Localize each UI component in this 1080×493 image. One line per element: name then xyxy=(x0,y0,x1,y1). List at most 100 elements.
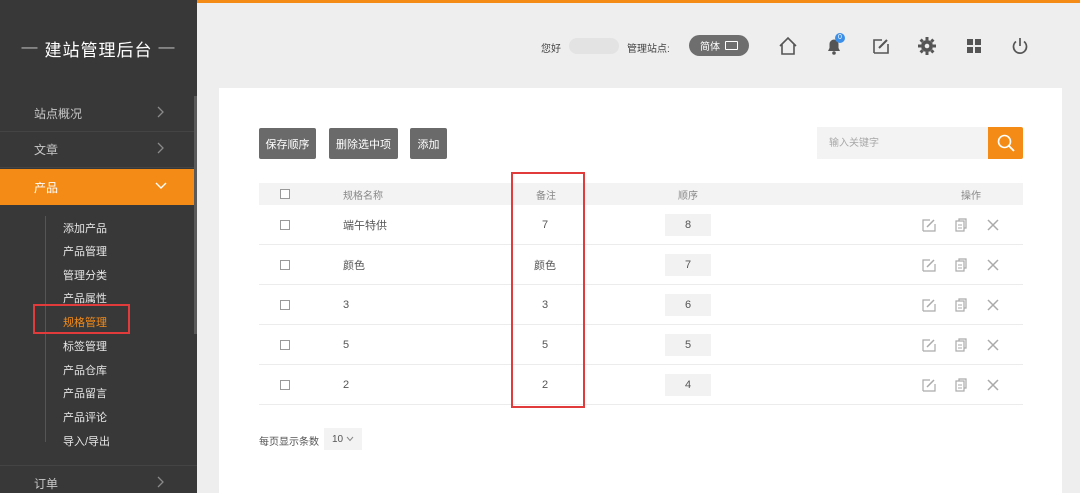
sidebar-item-product[interactable]: 产品 xyxy=(0,169,197,205)
chevron-right-icon xyxy=(155,142,167,154)
order-input[interactable]: 8 xyxy=(665,213,711,236)
sidebar-item-label: 产品 xyxy=(34,180,59,195)
chevron-down-icon xyxy=(155,179,167,191)
copy-icon[interactable] xyxy=(953,377,969,393)
site-label: 管理站点: xyxy=(627,44,670,55)
delete-icon[interactable] xyxy=(985,297,1001,313)
subnav-product-warehouse[interactable]: 产品仓库 xyxy=(63,364,107,378)
notification-badge: 0 xyxy=(835,33,845,43)
header-accent-bar xyxy=(197,0,1080,3)
order-input[interactable]: 7 xyxy=(665,253,711,276)
select-all-checkbox-cell[interactable] xyxy=(280,183,290,205)
edit-icon[interactable] xyxy=(921,217,937,233)
delete-icon[interactable] xyxy=(985,337,1001,353)
subnav-tag-management[interactable]: 标签管理 xyxy=(63,340,107,354)
row-checkbox[interactable] xyxy=(280,259,290,270)
header-name: 规格名称 xyxy=(343,190,383,202)
order-input[interactable]: 6 xyxy=(665,293,711,316)
grid-icon[interactable] xyxy=(963,35,985,57)
power-icon[interactable] xyxy=(1009,35,1031,57)
subnav-product-management[interactable]: 产品管理 xyxy=(63,245,107,259)
chevron-down-icon xyxy=(346,436,354,442)
cell-name: 2 xyxy=(343,378,350,391)
search-button[interactable] xyxy=(988,127,1023,159)
cell-name: 端午特供 xyxy=(343,219,387,232)
blurred-username xyxy=(569,38,619,54)
copy-icon[interactable] xyxy=(953,337,969,353)
copy-icon[interactable] xyxy=(953,297,969,313)
delete-icon[interactable] xyxy=(985,217,1001,233)
table-row: 555 xyxy=(259,325,1023,365)
subnav-add-product[interactable]: 添加产品 xyxy=(63,222,107,236)
spec-management-highlight xyxy=(33,304,130,334)
main-panel: 保存顺序 删除选中项 添加 规格名称 备注 顺序 操作 端午特供78颜色颜色73… xyxy=(219,88,1062,493)
row-checkbox[interactable] xyxy=(280,379,290,390)
cell-order: 6 xyxy=(665,285,711,324)
add-button[interactable]: 添加 xyxy=(410,128,447,159)
sidebar-item-label: 文章 xyxy=(34,143,59,157)
row-checkbox-cell[interactable] xyxy=(280,365,290,404)
remark-column-highlight xyxy=(511,172,585,408)
logo-text: 建站管理后台 xyxy=(44,40,153,60)
table-row: 颜色 颜色 7 xyxy=(259,245,1023,285)
header-order: 顺序 xyxy=(678,190,698,202)
row-checkbox-cell[interactable] xyxy=(280,325,290,364)
order-input[interactable]: 5 xyxy=(665,333,711,356)
logo-dash-right: — xyxy=(158,39,176,56)
search-input[interactable] xyxy=(817,127,989,159)
language-label: 简体 xyxy=(700,42,720,53)
row-checkbox-cell[interactable] xyxy=(280,205,290,244)
subnav-product-reviews[interactable]: 产品评论 xyxy=(63,411,107,425)
cell-name: 3 xyxy=(343,298,350,311)
delete-icon[interactable] xyxy=(985,377,1001,393)
language-switch-button[interactable]: 简体 xyxy=(689,35,749,56)
cell-name: 5 xyxy=(343,338,350,351)
copy-icon[interactable] xyxy=(953,217,969,233)
table-header: 规格名称 备注 顺序 操作 xyxy=(259,183,1023,205)
table-row: 224 xyxy=(259,365,1023,405)
row-checkbox-cell[interactable] xyxy=(280,245,290,284)
home-icon[interactable] xyxy=(777,35,799,57)
edit-icon[interactable] xyxy=(921,257,937,273)
cell-order: 5 xyxy=(665,325,711,364)
subnav-import-export[interactable]: 导入/导出 xyxy=(63,435,110,449)
sidebar-item-label: 订单 xyxy=(34,476,59,491)
logo-dash-left: — xyxy=(21,39,39,56)
chevron-right-icon xyxy=(155,106,167,118)
table-row: 端午特供 7 8 xyxy=(259,205,1023,245)
subnav-category-management[interactable]: 管理分类 xyxy=(63,269,107,283)
header-actions: 操作 xyxy=(961,190,981,202)
top-header: 您好 管理站点: 简体 0 xyxy=(197,0,1080,88)
order-input[interactable]: 4 xyxy=(665,373,711,396)
sidebar-item-label: 站点概况 xyxy=(34,107,83,121)
per-page-label: 每页显示条数 xyxy=(259,437,319,448)
edit-icon[interactable] xyxy=(921,297,937,313)
copy-icon[interactable] xyxy=(953,257,969,273)
delete-selected-button[interactable]: 删除选中项 xyxy=(329,128,398,159)
greeting-text: 您好 xyxy=(541,44,561,55)
row-checkbox[interactable] xyxy=(280,299,290,310)
save-order-button[interactable]: 保存顺序 xyxy=(259,128,316,159)
monitor-icon xyxy=(725,41,738,50)
sidebar-item-overview[interactable]: 站点概况 xyxy=(0,96,197,132)
subnav-product-messages[interactable]: 产品留言 xyxy=(63,387,107,401)
row-checkbox-cell[interactable] xyxy=(280,285,290,324)
cell-order: 4 xyxy=(665,365,711,404)
row-checkbox[interactable] xyxy=(280,339,290,350)
edit-icon[interactable] xyxy=(921,337,937,353)
sidebar-item-article[interactable]: 文章 xyxy=(0,132,197,168)
edit-icon[interactable] xyxy=(870,35,892,57)
gear-icon[interactable] xyxy=(916,35,938,57)
edit-icon[interactable] xyxy=(921,377,937,393)
delete-icon[interactable] xyxy=(985,257,1001,273)
sidebar: — 建站管理后台 — 站点概况 文章 产品 添加产品 产品管理 管理分类 产品属… xyxy=(0,0,197,493)
cell-name: 颜色 xyxy=(343,259,365,272)
sidebar-scrollbar[interactable] xyxy=(194,96,197,334)
row-checkbox[interactable] xyxy=(280,219,290,230)
bell-icon[interactable]: 0 xyxy=(823,33,845,57)
select-all-checkbox[interactable] xyxy=(280,189,290,199)
sidebar-item-orders[interactable]: 订单 xyxy=(0,465,197,493)
per-page-select[interactable]: 10 xyxy=(324,428,362,450)
cell-order: 8 xyxy=(665,205,711,244)
table-row: 336 xyxy=(259,285,1023,325)
